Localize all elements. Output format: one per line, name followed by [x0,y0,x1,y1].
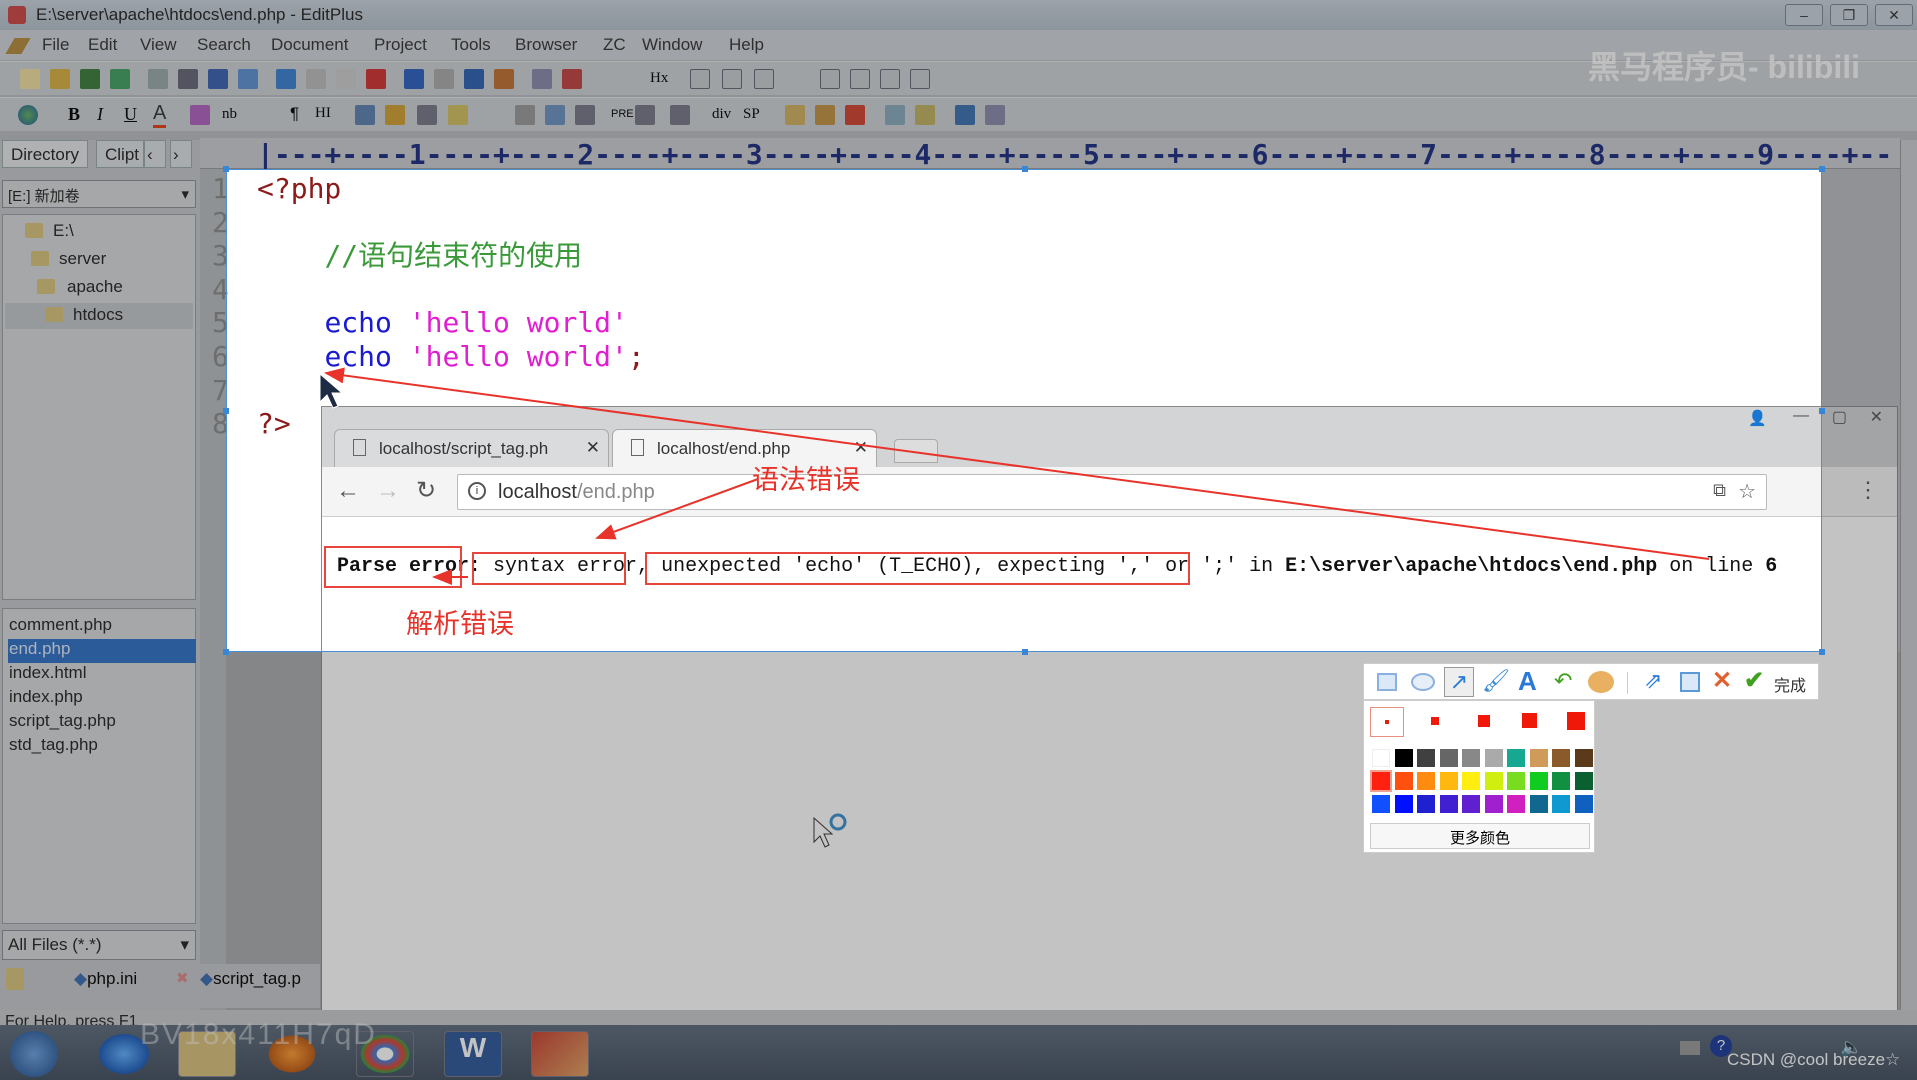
color-swatch[interactable] [1484,795,1503,813]
color-swatch[interactable] [1574,749,1593,767]
color-swatch[interactable] [1529,795,1548,813]
taskbar-editplus-icon[interactable] [531,1031,589,1077]
color-swatch[interactable] [1507,772,1525,790]
color-swatch[interactable] [1552,749,1570,767]
color-swatch[interactable] [1417,749,1435,767]
cancel-icon[interactable]: ✕ [1712,666,1732,695]
watermark-csdn: CSDN @cool breeze☆ [1727,1050,1901,1069]
start-button[interactable] [10,1031,58,1077]
rectangle-tool-icon[interactable] [1377,673,1397,691]
annotation-arrows [324,367,1710,585]
text-tool-icon[interactable]: A [1518,666,1537,697]
color-swatch[interactable] [1552,795,1570,813]
color-swatch[interactable] [1394,795,1413,813]
undo-icon[interactable]: ↶ [1554,668,1572,694]
color-swatch[interactable] [1462,749,1480,767]
color-swatch[interactable] [1417,795,1435,813]
size-option[interactable] [1431,717,1439,725]
color-swatch[interactable] [1439,795,1458,813]
color-swatch[interactable] [1484,749,1503,767]
arrow-to-line-6 [324,367,1710,560]
more-colors-button[interactable]: 更多颜色 [1370,823,1590,849]
share-icon[interactable]: ⇗ [1644,668,1662,694]
color-palette: 更多颜色 [1363,700,1595,853]
snip-toolbar: ↗ 🖌 A ↶ ⇗ ✕ ✔ 完成 [1363,663,1819,700]
arrow-tool-icon[interactable]: ↗ [1444,667,1474,697]
keyboard-icon[interactable] [1680,1041,1700,1055]
mouse-cursor-icon [319,372,344,409]
arrow-syntax-error [595,478,759,540]
ellipse-tool-icon[interactable] [1411,673,1435,691]
done-button[interactable]: 完成 [1774,672,1806,696]
color-swatch[interactable] [1507,795,1525,813]
color-swatch[interactable] [1370,770,1392,792]
color-swatch[interactable] [1574,795,1593,813]
color-swatch[interactable] [1507,749,1525,767]
color-swatch[interactable] [1529,749,1548,767]
color-swatch[interactable] [1439,772,1458,790]
color-swatch[interactable] [1552,772,1570,790]
color-swatch[interactable] [1439,749,1458,767]
taskbar-word-icon[interactable]: W [444,1031,502,1077]
color-swatch[interactable] [1372,795,1390,813]
size-option-selected[interactable] [1370,707,1404,737]
color-swatch[interactable] [1394,772,1413,790]
watermark-bv: BV18x411H7qD [140,1018,377,1051]
color-swatch[interactable] [1394,749,1413,767]
busy-cursor-icon [813,813,847,848]
divider [1627,672,1628,694]
size-option[interactable] [1522,713,1537,728]
color-swatch[interactable] [1372,749,1390,767]
color-swatch[interactable] [1462,795,1480,813]
color-swatch[interactable] [1462,772,1480,790]
save-icon[interactable] [1680,672,1700,692]
palette-icon[interactable] [1588,671,1614,693]
done-check-icon[interactable]: ✔ [1744,666,1764,695]
size-option[interactable] [1478,715,1490,727]
color-swatch[interactable] [1574,772,1593,790]
color-swatch[interactable] [1529,772,1548,790]
brush-tool-icon[interactable]: 🖌 [1482,668,1510,694]
watermark-brand: 黑马程序员- bilibili [1588,49,1860,85]
color-swatch[interactable] [1484,772,1503,790]
size-option[interactable] [1567,712,1585,730]
color-swatch[interactable] [1417,772,1435,790]
